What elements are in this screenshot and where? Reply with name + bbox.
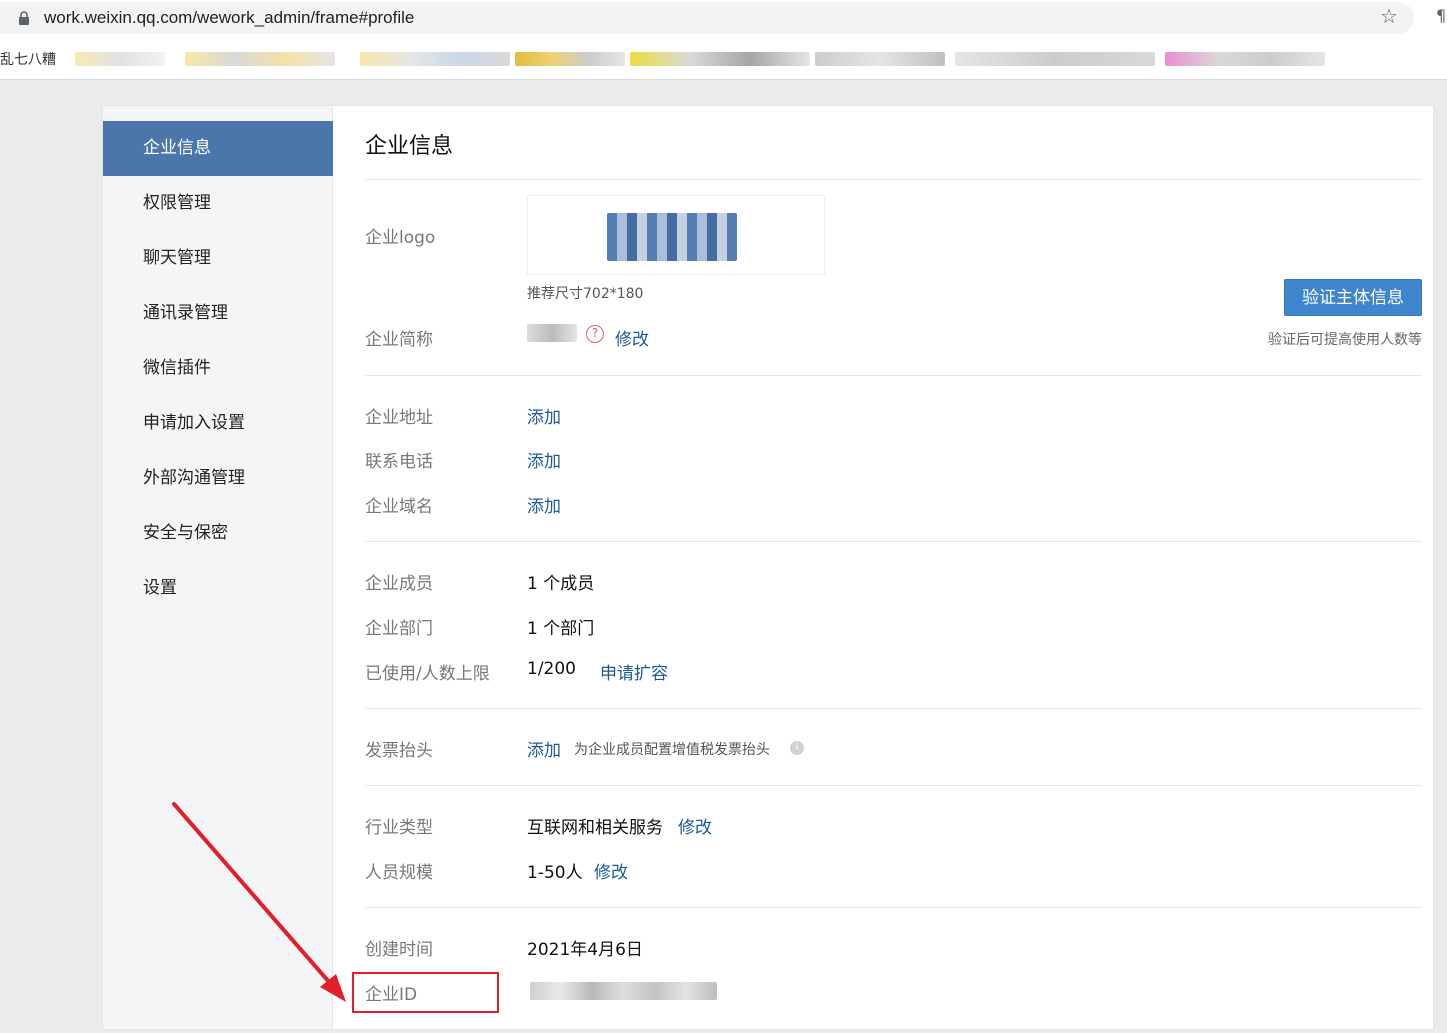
created-label: 创建时间: [365, 940, 433, 960]
divider: [365, 708, 1422, 709]
divider: [365, 907, 1422, 908]
sidebar-item-profile[interactable]: 企业信息: [103, 121, 333, 176]
divider: [365, 785, 1422, 786]
edit-industry-link[interactable]: 修改: [678, 813, 712, 838]
sidebar-item-external[interactable]: 外部沟通管理: [103, 451, 333, 506]
verify-hint: 验证后可提高使用人数等: [1268, 332, 1422, 348]
logo-size-hint: 推荐尺寸702*180: [527, 286, 644, 302]
invoice-label: 发票抬头: [365, 741, 433, 761]
blurred-bookmark[interactable]: [1165, 52, 1325, 66]
divider: [365, 541, 1422, 542]
bookmark-item[interactable]: 乱七八糟: [0, 49, 56, 69]
blurred-bookmark[interactable]: [630, 52, 810, 66]
edit-size-link[interactable]: 修改: [594, 858, 628, 883]
size-label: 人员规模: [365, 863, 433, 883]
industry-value: 互联网和相关服务: [527, 818, 663, 838]
members-value: 1 个成员: [527, 574, 595, 594]
sidebar-item-join-settings[interactable]: 申请加入设置: [103, 396, 333, 451]
url-text[interactable]: work.weixin.qq.com/wework_admin/frame#pr…: [44, 8, 414, 28]
logo-image[interactable]: [527, 195, 825, 275]
domain-label: 企业域名: [365, 497, 433, 517]
verify-entity-button[interactable]: 验证主体信息: [1284, 279, 1422, 316]
sidebar-item-settings[interactable]: 设置: [103, 561, 333, 616]
logo-label: 企业logo: [365, 228, 436, 248]
blurred-bookmark[interactable]: [515, 52, 625, 66]
address-bar[interactable]: work.weixin.qq.com/wework_admin/frame#pr…: [0, 2, 1414, 34]
invoice-hint: 为企业成员配置增值税发票抬头: [574, 742, 770, 758]
divider: [365, 179, 1422, 180]
short-name-value: [527, 324, 577, 342]
annotation-highlight-box: [352, 972, 499, 1013]
request-expansion-link[interactable]: 申请扩容: [600, 659, 668, 684]
blurred-bookmark[interactable]: [75, 52, 165, 66]
divider: [365, 375, 1422, 376]
lock-icon: [19, 11, 29, 25]
add-invoice-link[interactable]: 添加: [527, 736, 561, 761]
blurred-bookmark[interactable]: [360, 52, 510, 66]
short-name-label: 企业简称: [365, 330, 433, 350]
address-label: 企业地址: [365, 408, 433, 428]
departments-label: 企业部门: [365, 619, 433, 639]
sidebar-item-security[interactable]: 安全与保密: [103, 506, 333, 561]
info-icon[interactable]: i: [790, 741, 804, 755]
industry-label: 行业类型: [365, 818, 433, 838]
logo-mosaic: [607, 213, 737, 261]
browser-toolbar: work.weixin.qq.com/wework_admin/frame#pr…: [0, 0, 1447, 38]
bookmark-star-icon[interactable]: ☆: [1380, 4, 1398, 28]
add-domain-link[interactable]: 添加: [527, 492, 561, 517]
sidebar-item-chat[interactable]: 聊天管理: [103, 231, 333, 286]
blurred-bookmark[interactable]: [815, 52, 945, 66]
help-icon[interactable]: ?: [586, 325, 604, 343]
sidebar-item-contacts[interactable]: 通讯录管理: [103, 286, 333, 341]
limit-value: 1/200: [527, 659, 576, 679]
phone-label: 联系电话: [365, 452, 433, 472]
sidebar-item-wechat-plugin[interactable]: 微信插件: [103, 341, 333, 396]
edit-short-name-link[interactable]: 修改: [615, 325, 649, 350]
size-value: 1-50人: [527, 863, 583, 883]
bookmarks-bar: 乱七八糟: [0, 38, 1447, 80]
main-content: 企业信息 企业logo 推荐尺寸702*180 企业简称 ? 修改 验证主体信息…: [365, 106, 1422, 1029]
corp-id-value: [530, 982, 717, 1000]
annotation-arrow: [172, 802, 346, 1002]
members-label: 企业成员: [365, 574, 433, 594]
add-phone-link[interactable]: 添加: [527, 447, 561, 472]
extension-icon[interactable]: ¶: [1436, 6, 1446, 25]
blurred-bookmark[interactable]: [185, 52, 335, 66]
departments-value: 1 个部门: [527, 619, 595, 639]
created-value: 2021年4月6日: [527, 940, 643, 960]
limit-label: 已使用/人数上限: [365, 664, 490, 684]
blurred-bookmark[interactable]: [955, 52, 1155, 66]
add-address-link[interactable]: 添加: [527, 403, 561, 428]
page-title: 企业信息: [365, 134, 454, 159]
sidebar-item-permissions[interactable]: 权限管理: [103, 176, 333, 231]
